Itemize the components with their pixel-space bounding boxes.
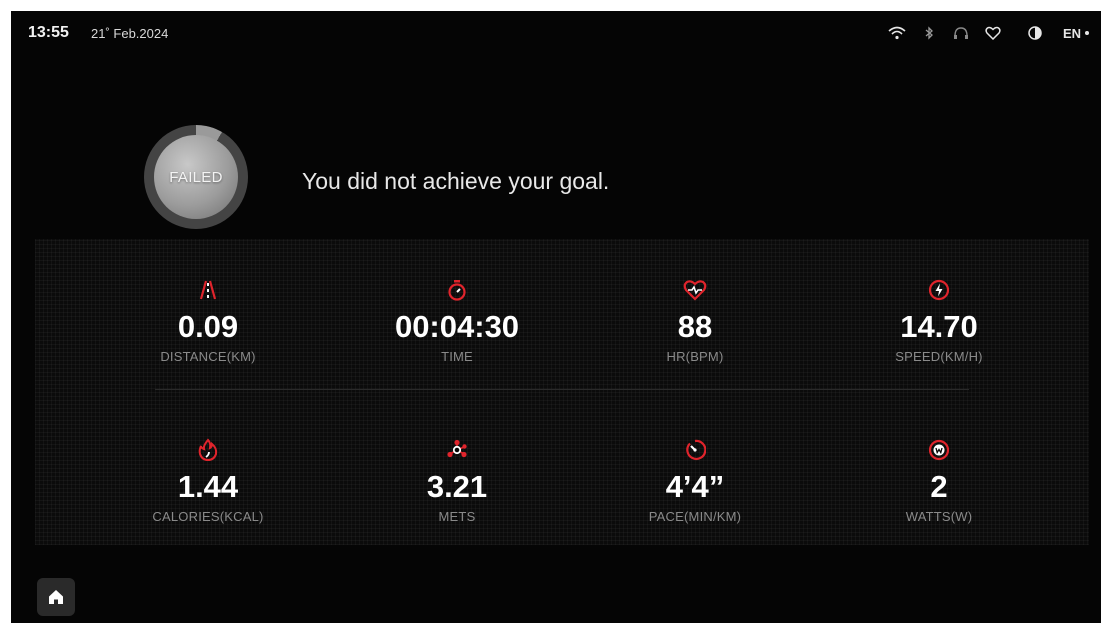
stopwatch-icon bbox=[347, 277, 567, 303]
distance-road-icon bbox=[98, 277, 318, 303]
stat-label: WATTS(W) bbox=[905, 509, 973, 524]
result-message: You did not achieve your goal. bbox=[302, 168, 610, 194]
pace-gauge-icon bbox=[585, 437, 805, 463]
stat-value: 2 bbox=[930, 469, 948, 504]
stat-value: 1.44 bbox=[177, 469, 239, 504]
workout-summary-screen: 13:55 21˚ Feb.2024 EN FAILED You did not… bbox=[11, 11, 1101, 623]
stat-calories: 1.44 CALORIES(KCAL) bbox=[98, 437, 318, 524]
stat-value: 88 bbox=[677, 309, 713, 344]
stat-label: PACE(MIN/KM) bbox=[648, 509, 742, 524]
stat-time: 00:04:30 TIME bbox=[347, 277, 567, 364]
headphones-icon[interactable] bbox=[951, 23, 971, 43]
language-label: EN bbox=[1062, 25, 1081, 41]
stat-label: HR(BPM) bbox=[666, 349, 724, 364]
stat-heart-rate: 88 HR(BPM) bbox=[585, 277, 805, 364]
stat-speed: 14.70 SPEED(KM/H) bbox=[829, 277, 1049, 364]
stat-label: SPEED(KM/H) bbox=[895, 349, 983, 364]
result-badge-text: FAILED bbox=[169, 168, 223, 186]
stat-label: METS bbox=[438, 509, 476, 524]
status-icons: EN bbox=[875, 21, 1089, 45]
stat-distance: 0.09 DISTANCE(KM) bbox=[98, 277, 318, 364]
clock-date: 21˚ Feb.2024 bbox=[91, 26, 169, 41]
wifi-icon[interactable] bbox=[887, 23, 907, 43]
mets-molecule-icon bbox=[347, 437, 567, 463]
clock-time: 13:55 bbox=[28, 24, 69, 41]
watts-icon bbox=[829, 437, 1049, 463]
heart-rate-icon bbox=[585, 277, 805, 303]
home-button[interactable] bbox=[37, 578, 75, 616]
stat-value: 0.09 bbox=[177, 309, 239, 344]
result-badge-core: FAILED bbox=[154, 135, 238, 219]
heart-outline-icon[interactable] bbox=[983, 23, 1003, 43]
stat-value: 14.70 bbox=[900, 309, 978, 344]
language-selector[interactable]: EN bbox=[1063, 26, 1089, 41]
contrast-icon[interactable] bbox=[1025, 23, 1045, 43]
stat-mets: 3.21 METS bbox=[347, 437, 567, 524]
flame-icon bbox=[98, 437, 318, 463]
stat-label: CALORIES(KCAL) bbox=[152, 509, 264, 524]
speed-bolt-icon bbox=[829, 277, 1049, 303]
stat-value: 4’4” bbox=[665, 469, 725, 504]
stats-divider bbox=[155, 389, 969, 390]
home-icon bbox=[49, 590, 63, 604]
stats-panel: 0.09 DISTANCE(KM) 00:04:30 TIME 88 HR(BP… bbox=[35, 239, 1089, 545]
stat-pace: 4’4” PACE(MIN/KM) bbox=[585, 437, 805, 524]
stat-value: 3.21 bbox=[426, 469, 488, 504]
stat-watts: 2 WATTS(W) bbox=[829, 437, 1049, 524]
stat-label: DISTANCE(KM) bbox=[160, 349, 256, 364]
language-dropdown-icon bbox=[1085, 31, 1089, 35]
stat-label: TIME bbox=[441, 349, 473, 364]
status-bar: 13:55 21˚ Feb.2024 EN bbox=[11, 11, 1101, 53]
stat-value: 00:04:30 bbox=[394, 309, 520, 344]
result-badge: FAILED bbox=[144, 125, 248, 229]
bluetooth-icon[interactable] bbox=[919, 23, 939, 43]
